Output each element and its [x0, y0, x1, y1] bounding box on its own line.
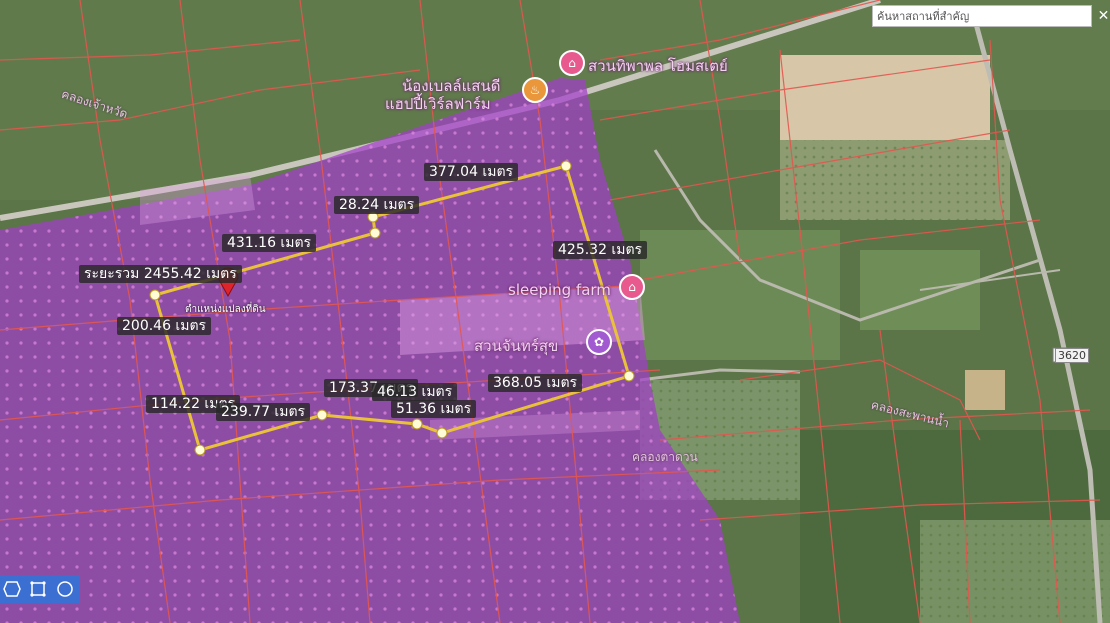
poi-label-farm[interactable]: แฮปปี้เวิร์ลฟาร์ม [385, 92, 491, 116]
close-icon[interactable]: ✕ [1097, 5, 1110, 27]
canal-label: คลองตาดวน [632, 450, 698, 464]
segment-label: 200.46 เมตร [117, 317, 212, 335]
segment-label: 368.05 เมตร [488, 374, 583, 392]
circle-icon[interactable] [53, 578, 77, 600]
farm-pin-icon[interactable]: ⌂ [619, 274, 645, 300]
total-distance-label: ระยะรวม 2455.42 เมตร [79, 265, 242, 283]
segment-label: 46.13 เมตร [372, 383, 458, 401]
poi-label-garden[interactable]: สวนจันทร์สุข [474, 334, 558, 358]
satellite-map[interactable] [0, 0, 1110, 623]
segment-label: 239.77 เมตร [216, 403, 311, 421]
poi-label-homestay[interactable]: สวนทิพาพล โฮมสเตย์ [588, 54, 728, 78]
poi-label-sleeping-farm[interactable]: sleeping farm [508, 281, 611, 299]
segment-label: 377.04 เมตร [424, 163, 519, 181]
route-vertex[interactable] [436, 427, 448, 439]
search-input[interactable] [872, 5, 1092, 27]
segment-label: 28.24 เมตร [334, 196, 420, 214]
restaurant-pin-icon[interactable]: ♨ [522, 77, 548, 103]
route-vertex[interactable] [316, 409, 328, 421]
cleared-field [780, 55, 990, 140]
marker-caption: ตำแหน่งแปลงที่ดิน [185, 304, 266, 315]
segment-label: 51.36 เมตร [391, 400, 477, 418]
route-vertex[interactable] [560, 160, 572, 172]
segment-label: 425.32 เมตร [553, 241, 648, 259]
route-vertex[interactable] [623, 370, 635, 382]
segment-label: 431.16 เมตร [222, 234, 317, 252]
homestay-pin-icon[interactable]: ⌂ [559, 50, 585, 76]
rectangle-icon[interactable] [26, 578, 50, 600]
garden-pin-icon[interactable]: ✿ [586, 329, 612, 355]
route-vertex[interactable] [369, 227, 381, 239]
route-vertex[interactable] [149, 289, 161, 301]
route-vertex[interactable] [411, 418, 423, 430]
route-vertex[interactable] [194, 444, 206, 456]
road-number-label: 3620 [1055, 348, 1089, 363]
polygon-icon[interactable] [0, 578, 24, 600]
